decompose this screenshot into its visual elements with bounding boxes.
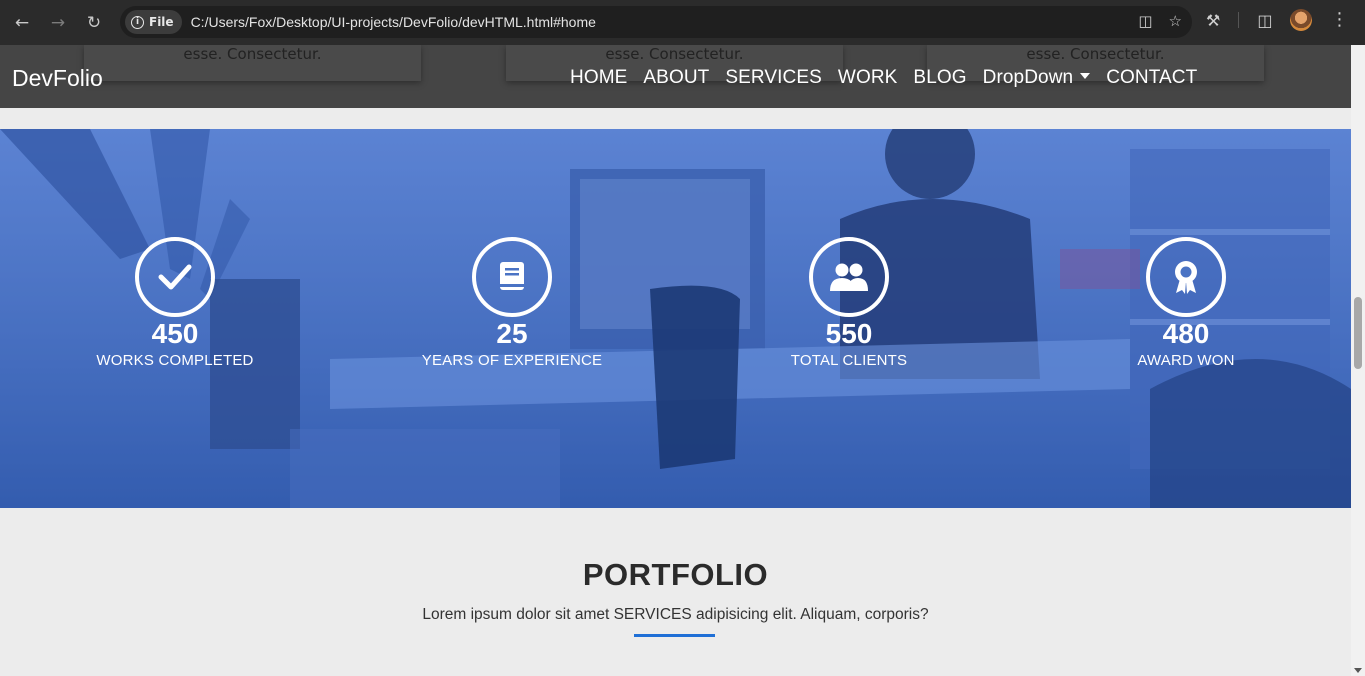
- site-info-label: File: [149, 15, 174, 29]
- check-icon: [135, 237, 215, 317]
- caret-down-icon: [1080, 73, 1091, 79]
- nav-dropdown[interactable]: DropDown: [983, 67, 1091, 89]
- counter-label: TOTAL CLIENTS: [790, 352, 908, 369]
- browser-toolbar: ← → ↻ i File C:/Users/Fox/Desktop/UI-pro…: [0, 0, 1365, 45]
- site-info-chip[interactable]: i File: [125, 10, 182, 34]
- bookmark-star-icon[interactable]: ☆: [1169, 12, 1182, 30]
- profile-avatar[interactable]: [1290, 9, 1313, 31]
- portfolio-subtitle: Lorem ipsum dolor sit amet SERVICES adip…: [422, 606, 929, 623]
- counter-value: 550: [825, 318, 873, 349]
- page-scrollbar[interactable]: [1351, 45, 1365, 676]
- service-card-remnant: esse. Consectetur.: [84, 45, 421, 81]
- toolbar-divider: [1238, 12, 1240, 28]
- counter-works: 450 WORKS COMPLETED: [55, 237, 295, 369]
- counter-label: WORKS COMPLETED: [96, 352, 254, 369]
- back-arrow-icon[interactable]: ←: [4, 5, 40, 41]
- service-card-text: esse. Consectetur.: [1026, 45, 1165, 63]
- extensions-icon[interactable]: ⚒: [1206, 11, 1220, 30]
- nav-blog[interactable]: BLOG: [913, 67, 966, 89]
- service-card-text: esse. Consectetur.: [183, 45, 322, 63]
- counter-clients: 550 TOTAL CLIENTS: [729, 237, 969, 369]
- title-underline: [634, 634, 715, 637]
- forward-arrow-icon[interactable]: →: [40, 5, 76, 41]
- browser-menu-icon[interactable]: ⋮: [1330, 11, 1348, 29]
- counter-label: AWARD WON: [1137, 352, 1235, 369]
- counter-value: 25: [496, 318, 528, 349]
- nav-home[interactable]: HOME: [570, 67, 627, 89]
- nav-contact[interactable]: CONTACT: [1106, 67, 1197, 89]
- scroll-down-arrow-icon[interactable]: [1354, 668, 1362, 673]
- nav-about[interactable]: ABOUT: [643, 67, 709, 89]
- address-bar[interactable]: i File C:/Users/Fox/Desktop/UI-projects/…: [120, 6, 1192, 38]
- side-panel-icon[interactable]: ◫: [1257, 11, 1272, 30]
- info-icon: i: [131, 15, 144, 29]
- portfolio-title: PORTFOLIO: [582, 557, 769, 592]
- counter-label: YEARS OF EXPERIENCE: [421, 352, 603, 369]
- nav-dropdown-label[interactable]: DropDown: [983, 67, 1074, 88]
- service-card-text: esse. Consectetur.: [605, 45, 744, 63]
- nav-services[interactable]: SERVICES: [725, 67, 822, 89]
- award-icon: [1146, 237, 1226, 317]
- nav-work[interactable]: WORK: [838, 67, 898, 89]
- main-nav: HOME ABOUT SERVICES WORK BLOG DropDown C…: [570, 67, 1197, 89]
- counter-section: 450 WORKS COMPLETED 25 YEARS OF EXPERIEN…: [0, 129, 1351, 508]
- book-icon: [472, 237, 552, 317]
- counter-awards: 480 AWARD WON: [1066, 237, 1306, 369]
- counter-value: 450: [151, 318, 199, 349]
- brand-logo[interactable]: DevFolio: [12, 65, 103, 92]
- counter-value: 480: [1162, 318, 1210, 349]
- url-text[interactable]: C:/Users/Fox/Desktop/UI-projects/DevFoli…: [191, 14, 596, 30]
- page-viewport: esse. Consectetur. esse. Consectetur. es…: [0, 45, 1351, 676]
- reload-icon[interactable]: ↻: [76, 5, 112, 41]
- translate-icon[interactable]: ◫: [1138, 12, 1152, 30]
- counter-experience: 25 YEARS OF EXPERIENCE: [392, 237, 632, 369]
- users-icon: [809, 237, 889, 317]
- site-header: esse. Consectetur. esse. Consectetur. es…: [0, 45, 1351, 108]
- scrollbar-thumb[interactable]: [1354, 297, 1362, 369]
